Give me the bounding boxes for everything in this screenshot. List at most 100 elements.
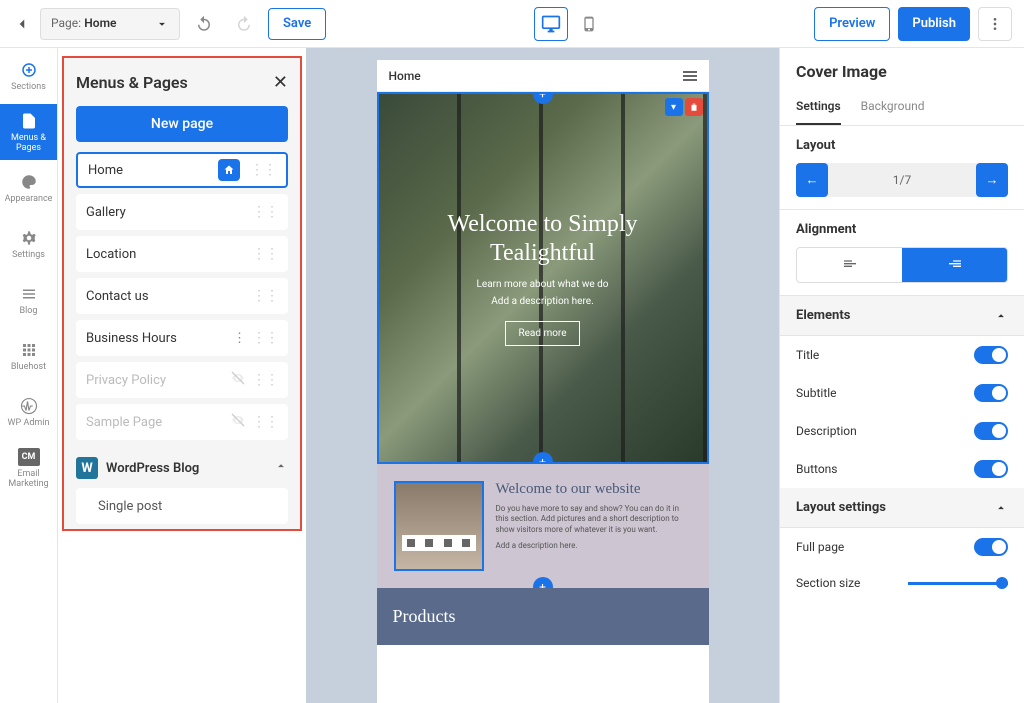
page-item-contact[interactable]: Contact us⋮⋮ — [76, 278, 288, 314]
layout-prev-button[interactable]: ← — [796, 163, 828, 197]
page-value: Home — [84, 16, 116, 30]
rail-email-label: Email Marketing — [2, 469, 55, 489]
canvas-area: Home ▾ Welcome to Simply Tealightful Lea… — [306, 48, 779, 703]
more-icon[interactable]: ⋮ — [233, 331, 246, 346]
page-item-location[interactable]: Location ⋮⋮ — [76, 236, 288, 272]
description-toggle[interactable] — [974, 422, 1008, 440]
cover-subtitle[interactable]: Learn more about what we do — [399, 279, 687, 290]
page-list: Home⋮⋮ Gallery⋮⋮ Location ⋮⋮ Contact us⋮⋮… — [76, 152, 288, 440]
drag-handle-icon[interactable]: ⋮⋮ — [252, 288, 278, 304]
cover-section[interactable]: ▾ Welcome to Simply Tealightful Learn mo… — [377, 92, 709, 464]
alignment-control — [796, 247, 1008, 283]
drag-handle-icon[interactable]: ⋮⋮ — [252, 204, 278, 220]
top-bar: Page: Home Save Preview Publish — [0, 0, 1024, 48]
welcome-description[interactable]: Add a description here. — [496, 541, 692, 551]
elements-header[interactable]: Elements — [780, 296, 1024, 336]
mobile-device-button[interactable] — [572, 7, 606, 41]
layout-next-button[interactable]: → — [976, 163, 1008, 197]
layout-settings-label: Layout settings — [796, 500, 886, 515]
welcome-title[interactable]: Welcome to our website — [496, 481, 692, 498]
page-item-hours[interactable]: Business Hours⋮⋮⋮ — [76, 320, 288, 356]
toggle-description-row: Description — [780, 412, 1024, 450]
new-page-button[interactable]: New page — [76, 106, 288, 142]
buttons-toggle[interactable] — [974, 460, 1008, 478]
subtitle-toggle[interactable] — [974, 384, 1008, 402]
hidden-icon — [230, 412, 246, 432]
cover-title[interactable]: Welcome to Simply Tealightful — [399, 210, 687, 268]
canvas[interactable]: Home ▾ Welcome to Simply Tealightful Lea… — [377, 60, 709, 703]
redo-button[interactable] — [228, 8, 260, 40]
rail-blog[interactable]: Blog — [0, 272, 57, 328]
rail-menus-pages[interactable]: Menus & Pages — [0, 104, 57, 160]
rail-email-marketing[interactable]: CM Email Marketing — [0, 440, 57, 496]
fullpage-toggle[interactable] — [974, 538, 1008, 556]
drag-handle-icon[interactable]: ⋮⋮ — [252, 414, 278, 430]
section-delete-icon[interactable] — [685, 98, 703, 116]
blog-label: WordPress Blog — [106, 461, 199, 476]
toggle-subtitle-row: Subtitle — [780, 374, 1024, 412]
cm-badge: CM — [18, 448, 40, 466]
page-item-gallery[interactable]: Gallery⋮⋮ — [76, 194, 288, 230]
rail-sections[interactable]: Sections — [0, 48, 57, 104]
layout-value: 1/7 — [828, 173, 976, 187]
align-left-button[interactable] — [902, 248, 1007, 282]
welcome-body[interactable]: Do you have more to say and show? You ca… — [496, 504, 692, 535]
tab-settings[interactable]: Settings — [796, 89, 841, 125]
preview-button[interactable]: Preview — [814, 7, 890, 41]
toggle-label: Description — [796, 424, 857, 438]
rail-settings[interactable]: Settings — [0, 216, 57, 272]
layout-label: Layout — [796, 138, 1008, 153]
page-label: Page: — [51, 16, 81, 30]
drag-handle-icon[interactable]: ⋮⋮ — [250, 162, 276, 178]
tab-background[interactable]: Background — [861, 89, 925, 125]
chevron-up-icon — [274, 459, 288, 477]
wordpress-blog-row[interactable]: W WordPress Blog — [76, 448, 288, 488]
page-item-sample[interactable]: Sample Page⋮⋮ — [76, 404, 288, 440]
rail-appearance-label: Appearance — [5, 194, 53, 204]
page-item-home[interactable]: Home⋮⋮ — [76, 152, 288, 188]
section-settings-icon[interactable]: ▾ — [665, 98, 683, 116]
hamburger-icon[interactable] — [683, 71, 697, 81]
more-menu-button[interactable] — [978, 7, 1012, 41]
products-section[interactable]: Products — [377, 588, 709, 645]
align-right-button[interactable] — [797, 248, 902, 282]
drag-handle-icon[interactable]: ⋮⋮ — [252, 330, 278, 346]
rail-appearance[interactable]: Appearance — [0, 160, 57, 216]
drag-handle-icon[interactable]: ⋮⋮ — [252, 372, 278, 388]
sidebar-tabs: Settings Background — [780, 89, 1024, 126]
drag-handle-icon[interactable]: ⋮⋮ — [252, 246, 278, 262]
page-item-privacy[interactable]: Privacy Policy⋮⋮ — [76, 362, 288, 398]
publish-button[interactable]: Publish — [898, 7, 970, 41]
elements-label: Elements — [796, 308, 850, 323]
rail-bluehost-label: Bluehost — [11, 362, 46, 372]
hidden-icon — [230, 370, 246, 390]
welcome-section[interactable]: Welcome to our website Do you have more … — [377, 464, 709, 588]
close-icon[interactable]: ✕ — [273, 72, 288, 93]
save-button[interactable]: Save — [268, 8, 326, 40]
page-item-label: Business Hours — [86, 331, 177, 346]
rail-wpadmin[interactable]: WP Admin — [0, 384, 57, 440]
rail-menus-label: Menus & Pages — [2, 133, 55, 153]
page-item-label: Location — [86, 247, 136, 262]
cover-cta-button[interactable]: Read more — [505, 321, 579, 346]
toggle-label: Subtitle — [796, 386, 837, 400]
layout-stepper: ← 1/7 → — [796, 163, 1008, 197]
undo-button[interactable] — [188, 8, 220, 40]
toggle-fullpage-row: Full page — [780, 528, 1024, 566]
rail-bluehost[interactable]: Bluehost — [0, 328, 57, 384]
section-size-slider[interactable] — [908, 582, 1008, 585]
page-item-single-post[interactable]: Single post — [76, 488, 288, 524]
desktop-device-button[interactable] — [534, 7, 568, 41]
layout-settings-header[interactable]: Layout settings — [780, 488, 1024, 528]
page-selector[interactable]: Page: Home — [40, 8, 180, 40]
welcome-image[interactable] — [394, 481, 484, 571]
wordpress-icon: W — [76, 457, 98, 479]
cover-description[interactable]: Add a description here. — [399, 296, 687, 307]
toggle-label: Full page — [796, 540, 844, 554]
back-arrow-icon[interactable] — [12, 14, 32, 34]
device-switcher — [334, 7, 806, 41]
title-toggle[interactable] — [974, 346, 1008, 364]
panel-title: Menus & Pages — [76, 73, 188, 92]
toggle-title-row: Title — [780, 336, 1024, 374]
products-title[interactable]: Products — [393, 606, 693, 627]
